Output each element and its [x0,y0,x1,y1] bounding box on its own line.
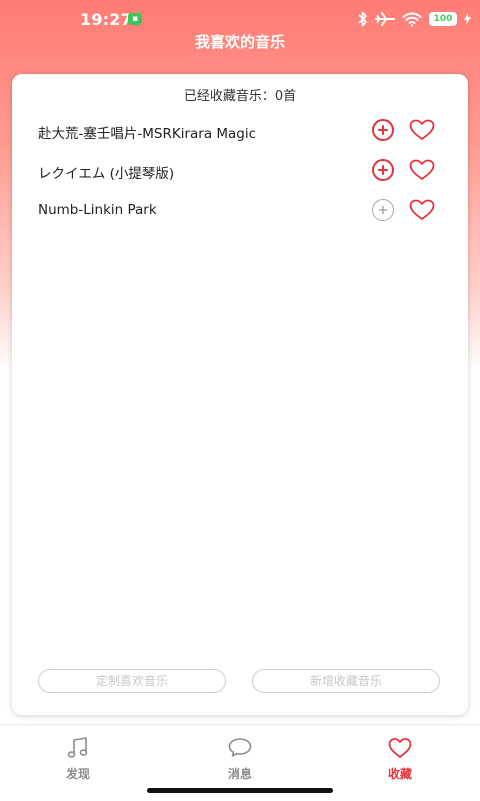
airplane-mode-icon [375,12,395,26]
chat-bubble-icon [228,738,252,757]
status-icons: 100 [358,10,471,28]
battery-icon: 100 [429,12,457,26]
add-song-button[interactable] [372,199,394,221]
page-title: 我喜欢的音乐 [194,33,285,51]
song-title: Numb-Linkin Park [38,202,157,218]
song-title: 赴大荒-塞壬唱片-MSRKirara Magic [38,126,257,142]
add-song-button[interactable] [372,159,394,181]
status-time: 19:27 [80,10,132,29]
plus-icon [378,125,388,135]
music-note-icon [67,737,88,758]
plus-icon [378,165,388,175]
favorite-heart-button[interactable] [408,197,436,223]
favorite-heart-button[interactable] [408,117,436,143]
charging-icon [464,13,471,25]
favorite-heart-button[interactable] [408,157,436,183]
heart-icon [388,738,412,758]
add-favorite-music-button[interactable]: 新增收藏音乐 [252,669,440,693]
tab-label: 消息 [227,767,252,781]
heart-icon [409,159,435,180]
favorites-card: 已经收藏音乐：0首 赴大荒-塞壬唱片-MSRKirara Magic レクイエム… [12,74,468,715]
song-row[interactable]: レクイエム (小提琴版) [12,154,468,194]
favorites-count: 已经收藏音乐：0首 [183,89,297,104]
song-title: レクイエム (小提琴版) [38,166,175,182]
song-row[interactable]: Numb-Linkin Park [12,194,468,234]
screen-record-icon: ▪ [128,13,142,25]
wifi-icon [402,12,422,27]
plus-icon [378,205,388,215]
tab-label: 发现 [65,767,90,781]
add-song-button[interactable] [372,119,394,141]
home-indicator [147,788,333,793]
card-actions: 定制喜欢音乐 新增收藏音乐 [38,669,442,693]
song-row[interactable]: 赴大荒-塞壬唱片-MSRKirara Magic [12,114,468,154]
battery-level: 100 [433,14,453,24]
tab-label: 收藏 [387,767,412,781]
tab-messages[interactable]: 消息 [200,735,280,785]
tab-favorites[interactable]: 收藏 [360,735,440,785]
bluetooth-icon [358,11,367,27]
heart-icon [409,199,435,220]
bottom-tab-bar: 发现 消息 收藏 [0,724,480,801]
song-list: 赴大荒-塞壬唱片-MSRKirara Magic レクイエム (小提琴版) Nu… [12,114,468,234]
custom-favorites-button[interactable]: 定制喜欢音乐 [38,669,226,693]
heart-icon [409,119,435,140]
tab-discover[interactable]: 发现 [38,735,118,785]
